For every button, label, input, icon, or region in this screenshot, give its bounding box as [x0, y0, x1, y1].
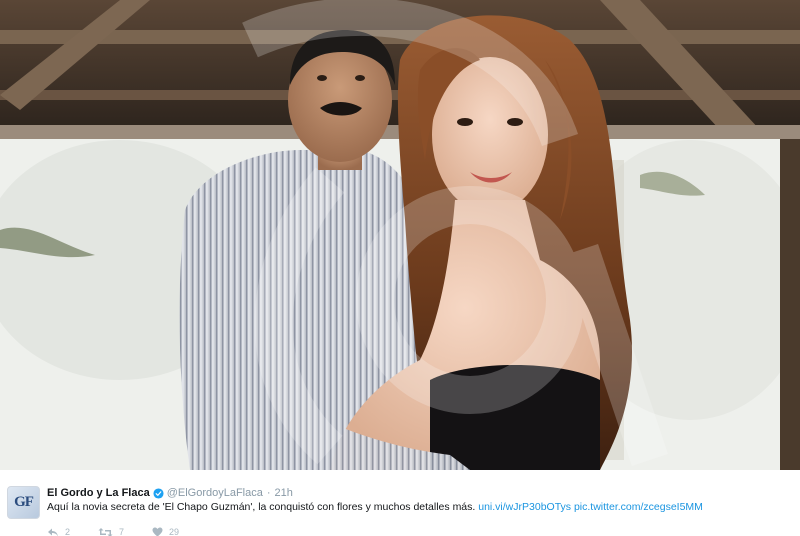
like-button[interactable]: 29 — [152, 527, 179, 536]
tweet-link-short[interactable]: uni.vi/wJrP30bOTys — [478, 501, 571, 513]
photo-image — [0, 0, 800, 470]
display-name[interactable]: El Gordo y La Flaca — [47, 487, 150, 499]
timestamp[interactable]: 21h — [275, 487, 293, 499]
separator-dot: · — [266, 487, 271, 499]
like-count: 29 — [169, 527, 180, 536]
tweet-header: El Gordo y La Flaca @ElGordoyLaFlaca · 2… — [47, 485, 293, 501]
tweet-body: GF El Gordo y La Flaca @ElGordoyLaFlaca … — [0, 470, 800, 536]
reply-count: 2 — [65, 527, 71, 536]
tweet-actions: 2 7 29 — [47, 526, 207, 536]
tweet-card: GF El Gordo y La Flaca @ElGordoyLaFlaca … — [0, 0, 800, 536]
heart-icon — [152, 527, 163, 536]
tweet-text: Aquí la novia secreta de 'El Chapo Guzmá… — [47, 501, 792, 513]
tweet-text-body: Aquí la novia secreta de 'El Chapo Guzmá… — [47, 501, 476, 513]
tweet-link-pic[interactable]: pic.twitter.com/zcegseI5MM — [574, 501, 703, 513]
reply-button[interactable]: 2 — [47, 527, 70, 536]
reply-icon — [48, 528, 58, 536]
avatar-initials: GF — [14, 494, 34, 510]
retweet-icon — [98, 527, 113, 536]
verified-badge-icon — [153, 487, 164, 499]
avatar[interactable]: GF — [7, 486, 40, 519]
retweet-count: 7 — [119, 527, 125, 536]
user-handle[interactable]: @ElGordoyLaFlaca — [167, 487, 263, 499]
tweet-photo[interactable] — [0, 0, 800, 470]
retweet-button[interactable]: 7 — [98, 527, 124, 536]
